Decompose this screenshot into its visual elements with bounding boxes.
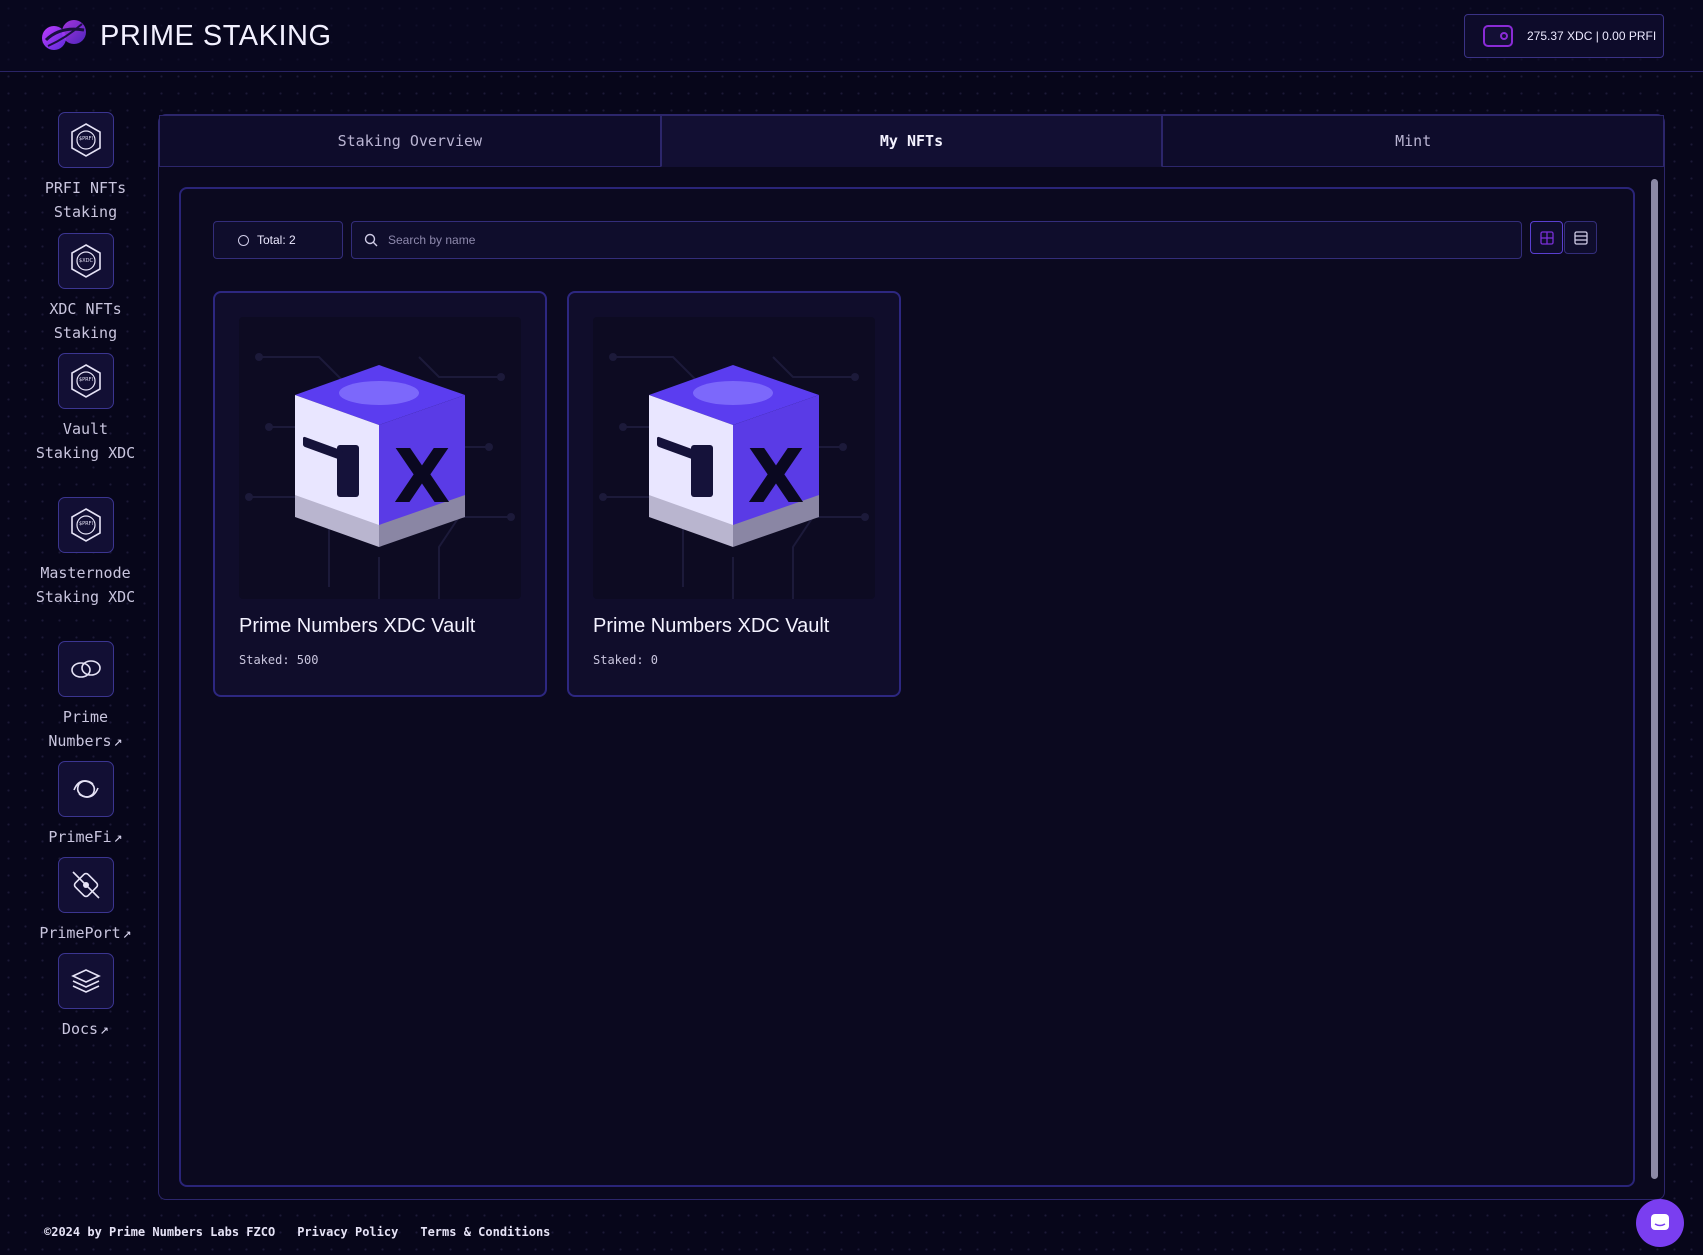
nav-tile: $XDC — [57, 233, 114, 289]
nft-name: Prime Numbers XDC Vault — [593, 615, 830, 637]
brand-logo[interactable]: PRIME STAKING — [40, 18, 332, 54]
wallet-balance-text: 275.37 XDC | 0.00 PRFI — [1527, 29, 1657, 43]
total-filter[interactable]: Total: 2 — [213, 221, 343, 259]
brand-name: PRIME STAKING — [100, 19, 332, 52]
sidebar-item-primeport[interactable]: PrimePort ↗ — [28, 857, 143, 945]
sidebar-item-label: PrimePort ↗ — [28, 921, 143, 945]
sidebar-item-label: Vault Staking XDC — [35, 420, 136, 462]
sidebar-item-prfi-nfts-staking[interactable]: $PRFI PRFI NFTs Staking — [28, 112, 143, 224]
nav-tile — [57, 857, 114, 913]
search-input[interactable] — [386, 232, 1490, 248]
scrollbar-thumb[interactable] — [1651, 179, 1658, 1179]
vault-nft-image: X — [593, 317, 875, 599]
wallet-icon — [1483, 25, 1513, 47]
prfi-token-icon: $PRFI — [70, 508, 101, 542]
vault-cube-image: X — [245, 353, 515, 599]
nft-staked-amount: Staked: 0 — [593, 653, 659, 667]
sidebar-item-label: Masternode Staking XDC — [35, 564, 136, 606]
tab-staking-overview[interactable]: Staking Overview — [159, 115, 661, 167]
svg-text:$PRFI: $PRFI — [78, 136, 92, 142]
sidebar-item-label: Prime Numbers ↗ — [28, 705, 143, 753]
nav-tile: $PRFI — [57, 353, 114, 409]
external-link-icon: ↗ — [113, 828, 123, 846]
list-view-icon — [1573, 230, 1588, 245]
sidebar-item-docs[interactable]: Docs ↗ — [28, 953, 143, 1041]
svg-text:$PRFI: $PRFI — [78, 521, 92, 527]
sidebar-item-primefi[interactable]: PrimeFi ↗ — [28, 761, 143, 849]
prfi-token-icon: $PRFI — [70, 123, 101, 157]
vault-nft-image: X — [239, 317, 521, 599]
nft-card[interactable]: X Prime Numbers XDC Vault Staked: 500 — [213, 291, 547, 697]
top-header: PRIME STAKING 275.37 XDC | 0.00 PRFI — [0, 0, 1703, 72]
sidebar-item-label: PrimeFi ↗ — [28, 825, 143, 849]
search-box[interactable] — [351, 221, 1522, 259]
tab-mint[interactable]: Mint — [1162, 115, 1665, 167]
sidebar-item-xdc-nfts-staking[interactable]: $XDC XDC NFTs Staking — [28, 233, 143, 345]
tab-bar: Staking Overview My NFTs Mint — [159, 115, 1665, 167]
footer: ©2024 by Prime Numbers Labs FZCO Privacy… — [44, 1225, 550, 1239]
sidebar-item-text: Docs — [61, 1020, 99, 1038]
list-view-button[interactable] — [1564, 221, 1597, 254]
circle-icon — [238, 234, 249, 246]
search-icon — [364, 233, 378, 247]
nft-card[interactable]: X Prime Numbers XDC Vault Staked: 0 — [567, 291, 901, 697]
primeport-icon — [71, 871, 100, 899]
main-panel: Staking Overview My NFTs Mint Total: 2 S… — [158, 114, 1665, 1200]
chat-icon — [1651, 1214, 1669, 1230]
nav-tile — [57, 641, 114, 697]
primefi-icon — [72, 780, 99, 798]
prfi-token-icon: $PRFI — [70, 364, 101, 398]
docs-stack-icon — [70, 969, 101, 993]
xdc-token-icon: $XDC — [70, 244, 101, 278]
vault-cube-image: X — [599, 353, 869, 599]
scrollbar[interactable] — [1649, 171, 1659, 1195]
sidebar-item-text: Prime Numbers — [48, 708, 112, 750]
terms-conditions-link[interactable]: Terms & Conditions — [420, 1225, 550, 1239]
external-link-icon: ↗ — [113, 732, 123, 750]
svg-text:$PRFI: $PRFI — [78, 377, 92, 383]
privacy-policy-link[interactable]: Privacy Policy — [297, 1225, 398, 1239]
sidebar-item-prime-numbers[interactable]: Prime Numbers ↗ — [28, 641, 143, 753]
prime-logo-icon — [42, 20, 86, 50]
nav-tile — [57, 761, 114, 817]
sidebar-item-label: Docs ↗ — [28, 1017, 143, 1041]
nav-tile: $PRFI — [57, 112, 114, 168]
sidebar-item-masternode-staking-xdc[interactable]: $PRFI Masternode Staking XDC — [28, 497, 143, 609]
tab-my-nfts[interactable]: My NFTs — [660, 115, 1163, 167]
chat-support-button[interactable] — [1636, 1199, 1684, 1247]
svg-text:$XDC: $XDC — [79, 258, 93, 264]
sidebar-item-label: XDC NFTs Staking — [49, 300, 122, 342]
total-count: Total: 2 — [257, 233, 296, 247]
nft-staked-amount: Staked: 500 — [239, 653, 319, 667]
sidebar-item-text: PrimePort — [39, 924, 121, 942]
sidebar-item-vault-staking-xdc[interactable]: $PRFI Vault Staking XDC — [28, 353, 143, 465]
grid-view-icon — [1539, 230, 1554, 245]
external-link-icon: ↗ — [122, 924, 132, 942]
prime-numbers-icon — [70, 660, 101, 678]
nft-toolbar: Total: 2 — [213, 221, 1603, 261]
svg-text:X: X — [393, 434, 450, 520]
wallet-balance-button[interactable]: 275.37 XDC | 0.00 PRFI — [1464, 14, 1664, 58]
nav-tile — [57, 953, 114, 1009]
svg-text:X: X — [747, 434, 804, 520]
sidebar-item-text: PrimeFi — [48, 828, 112, 846]
grid-view-button[interactable] — [1530, 221, 1563, 254]
external-link-icon: ↗ — [100, 1020, 110, 1038]
copyright-text: ©2024 by Prime Numbers Labs FZCO — [44, 1225, 276, 1239]
nft-name: Prime Numbers XDC Vault — [239, 615, 476, 637]
nft-content-area: Total: 2 Search by name X Prime Numbers … — [179, 187, 1635, 1187]
sidebar-item-label: PRFI NFTs Staking — [44, 179, 127, 221]
nav-tile: $PRFI — [57, 497, 114, 553]
